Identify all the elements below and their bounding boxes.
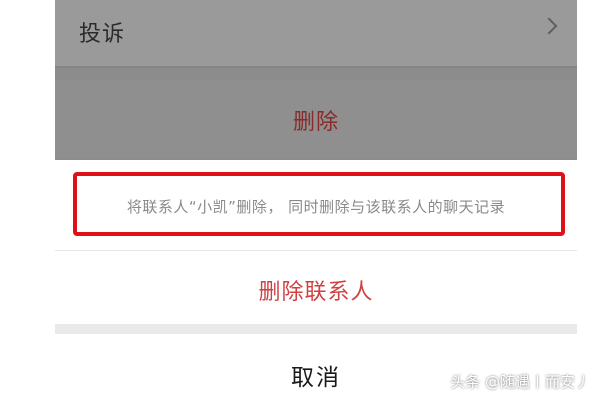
screen: 投诉 删除 将联系人“小凯”删除， 同时删除与该联系人的聊天记录 删除联系人 取…: [0, 0, 600, 400]
divider: [55, 250, 577, 251]
chevron-right-icon: [540, 17, 558, 35]
complain-label: 投诉: [79, 22, 126, 47]
red-highlight-box: [73, 172, 565, 236]
complain-row[interactable]: 投诉: [55, 0, 577, 66]
section-gap: [55, 324, 577, 334]
delete-contact-button[interactable]: 删除联系人: [55, 252, 577, 322]
delete-row[interactable]: 删除: [55, 80, 577, 158]
delete-contact-label: 删除联系人: [258, 280, 374, 305]
watermark: 头条 @随遇丨而安丿: [450, 373, 590, 391]
delete-label: 删除: [292, 110, 339, 135]
